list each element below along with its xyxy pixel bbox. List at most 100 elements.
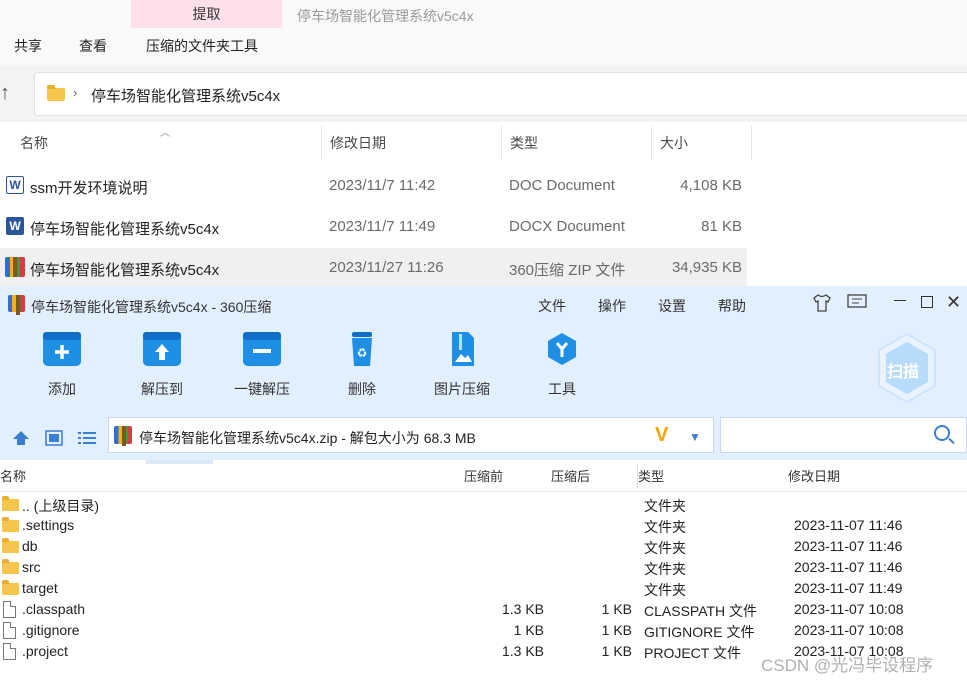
menu-share[interactable]: 共享	[14, 36, 42, 56]
menu-file[interactable]: 文件	[538, 296, 566, 316]
file-name: 停车场智能化管理系统v5c4x	[30, 221, 220, 238]
file-date: 2023/11/27 11:26	[329, 259, 444, 276]
add-button[interactable]: 添加	[22, 332, 102, 399]
entry-name: target	[22, 580, 58, 596]
entry-type: 文件夹	[644, 498, 686, 514]
archive-row[interactable]: target 文件夹 2023-11-07 11:49	[0, 578, 967, 599]
entry-size-before: 1.3 KB	[501, 601, 544, 617]
search-input[interactable]	[720, 417, 967, 453]
entry-name: .settings	[22, 517, 75, 533]
image-compress-icon	[443, 332, 481, 366]
file-row-selected[interactable]: 停车场智能化管理系统v5c4x 2023/11/27 11:26 360压缩 Z…	[0, 248, 747, 288]
v-logo-icon: V	[655, 424, 669, 446]
entry-name: .. (上级目录)	[22, 498, 99, 514]
minimize-icon[interactable]	[894, 300, 906, 301]
maximize-icon[interactable]	[921, 296, 933, 308]
archive-path-text: 停车场智能化管理系统v5c4x.zip - 解包大小为 68.3 MB	[139, 430, 476, 446]
file-row[interactable]: W ssm开发环境说明 2023/11/7 11:42 DOC Document…	[0, 166, 747, 206]
word-docx-icon: W	[6, 217, 24, 235]
entry-name: .classpath	[22, 601, 86, 617]
close-icon[interactable]: ✕	[946, 292, 961, 313]
folder-icon	[2, 496, 19, 511]
header-divider	[0, 491, 967, 492]
skin-icon[interactable]	[812, 294, 832, 316]
dropdown-arrow-icon[interactable]: ▼	[689, 430, 701, 444]
tools-label: 工具	[548, 381, 576, 397]
zip-archive-icon	[114, 426, 132, 446]
column-header-name[interactable]: 名称	[0, 466, 26, 485]
entry-name: .gitignore	[22, 622, 80, 638]
archive-row[interactable]: .gitignore 1 KB 1 KB GITIGNORE 文件 2023-1…	[0, 620, 967, 641]
menu-help[interactable]: 帮助	[718, 296, 746, 316]
column-header-size[interactable]: 大小	[652, 126, 752, 160]
watermark: CSDN @光冯毕设程序	[761, 656, 934, 675]
column-header-modified[interactable]: 修改日期	[788, 466, 840, 485]
add-label: 添加	[48, 381, 76, 397]
tools-button[interactable]: 工具	[522, 332, 602, 399]
svg-text:♻: ♻	[357, 346, 368, 360]
entry-date: 2023-11-07 11:46	[794, 538, 903, 554]
image-compress-button[interactable]: 图片压缩	[422, 332, 502, 399]
folder-icon	[2, 559, 19, 574]
column-divider[interactable]	[751, 126, 752, 160]
entry-size-after: 1 KB	[601, 643, 632, 659]
image-compress-label: 图片压缩	[434, 381, 490, 397]
column-header-type[interactable]: 类型	[502, 126, 651, 160]
word-doc-icon: W	[6, 176, 24, 194]
one-click-extract-button[interactable]: 一键解压	[222, 332, 302, 399]
column-header-date[interactable]: 修改日期	[322, 126, 501, 160]
file-name: ssm开发环境说明	[30, 180, 148, 197]
feedback-icon[interactable]	[847, 294, 867, 314]
zip-app-icon	[8, 295, 25, 315]
archive-row[interactable]: src 文件夹 2023-11-07 11:46	[0, 557, 967, 578]
folder-icon	[2, 517, 19, 532]
breadcrumb[interactable]: 停车场智能化管理系统v5c4x	[91, 85, 280, 106]
file-type: DOC Document	[509, 177, 615, 194]
file-icon	[3, 643, 16, 660]
file-size: 34,935 KB	[671, 259, 742, 276]
up-arrow-icon[interactable]: ↑	[0, 82, 20, 105]
column-divider[interactable]	[637, 464, 638, 488]
thumbnail-view-icon[interactable]	[45, 430, 63, 451]
archive-row-parent[interactable]: .. (上级目录) 文件夹	[0, 494, 967, 515]
delete-button[interactable]: ♻ 删除	[322, 332, 402, 399]
window-title: 停车场智能化管理系统v5c4x	[297, 8, 474, 24]
entry-type: 文件夹	[644, 561, 686, 577]
column-header-size-after[interactable]: 压缩后	[551, 466, 590, 485]
column-header-type[interactable]: 类型	[638, 466, 664, 485]
folder-icon	[2, 538, 19, 553]
file-icon	[3, 622, 16, 639]
archive-row[interactable]: .settings 文件夹 2023-11-07 11:46	[0, 515, 967, 536]
menu-operate[interactable]: 操作	[598, 296, 626, 316]
up-directory-icon[interactable]	[12, 430, 30, 451]
column-header-name[interactable]: 名称	[12, 126, 322, 160]
entry-date: 2023-11-07 10:08	[794, 601, 904, 617]
column-header-size-before[interactable]: 压缩前	[464, 466, 503, 485]
entry-date: 2023-11-07 11:49	[794, 580, 903, 596]
scan-label: 扫描	[887, 364, 920, 381]
entry-size-before: 1.3 KB	[501, 643, 544, 659]
entry-name: db	[22, 538, 38, 554]
folder-icon	[47, 85, 65, 101]
menu-compressed-folder-tools[interactable]: 压缩的文件夹工具	[146, 36, 258, 56]
archive-row[interactable]: .classpath 1.3 KB 1 KB CLASSPATH 文件 2023…	[0, 599, 967, 620]
file-type: DOCX Document	[509, 218, 625, 235]
entry-type: GITIGNORE 文件	[644, 624, 755, 640]
tab-extract[interactable]: 提取	[131, 0, 282, 28]
file-name: 停车场智能化管理系统v5c4x	[30, 262, 220, 279]
zip-archive-icon	[5, 257, 25, 277]
search-icon[interactable]	[934, 425, 950, 441]
zip-window-title: 停车场智能化管理系统v5c4x - 360压缩	[31, 299, 272, 315]
horizontal-scrollbar[interactable]	[146, 460, 213, 464]
entry-name: src	[22, 559, 41, 575]
extract-to-label: 解压到	[141, 381, 183, 397]
list-view-icon[interactable]	[78, 430, 96, 451]
extract-to-button[interactable]: 解压到	[122, 332, 202, 399]
file-row[interactable]: W 停车场智能化管理系统v5c4x 2023/11/7 11:49 DOCX D…	[0, 207, 747, 247]
menu-view[interactable]: 查看	[79, 36, 107, 56]
chevron-right-icon: ›	[73, 85, 78, 100]
entry-type: 文件夹	[644, 519, 686, 535]
entry-type: CLASSPATH 文件	[644, 603, 758, 619]
menu-settings[interactable]: 设置	[658, 296, 686, 316]
archive-row[interactable]: db 文件夹 2023-11-07 11:46	[0, 536, 967, 557]
